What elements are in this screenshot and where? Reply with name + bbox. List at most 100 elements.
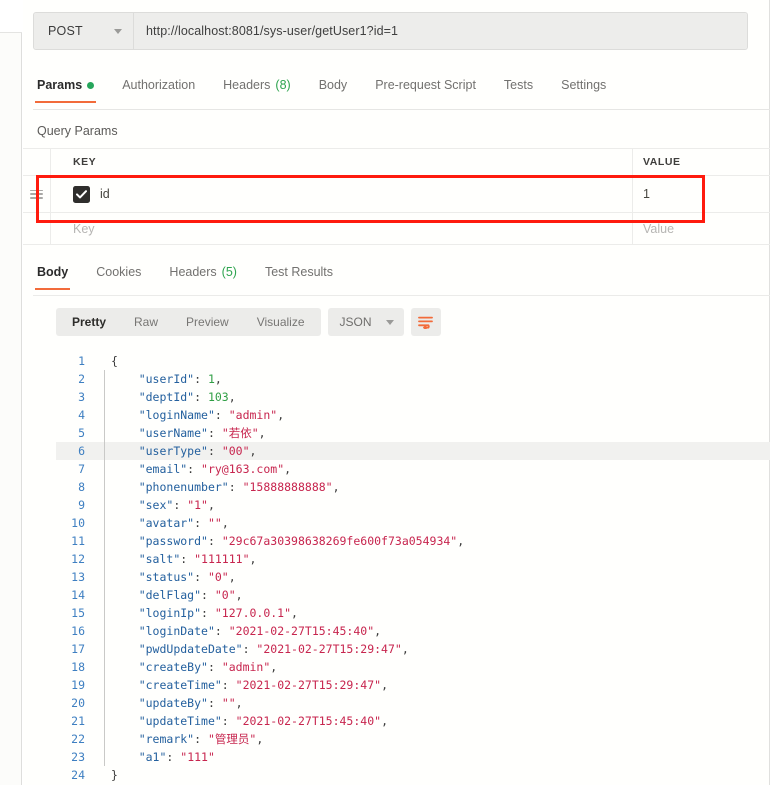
response-tab-bar: Body Cookies Headers (5) Test Results [33,265,770,296]
view-mode-visualize[interactable]: Visualize [243,310,319,334]
code-line-text: "pwdUpdateDate": "2021-02-27T15:29:47", [138,642,409,656]
tab-authorization[interactable]: Authorization [108,78,209,103]
code-line-text: "loginIp": "127.0.0.1", [138,606,298,620]
tab-test-results-label: Test Results [264,265,334,279]
code-line: 11 "password": "29c67a30398638269fe600f7… [56,532,770,550]
code-line-number: 4 [78,408,85,422]
code-line-text: "status": "0", [138,570,236,584]
tab-tests[interactable]: Tests [490,78,547,103]
tab-headers-count: (8) [275,78,291,92]
code-line-text: "deptId": 103, [138,390,236,404]
code-line-number: 24 [71,768,85,782]
code-line-text: "sex": "1", [138,498,215,512]
param-enabled-checkbox[interactable] [73,185,90,203]
view-mode-preview[interactable]: Preview [172,310,243,334]
code-fold-guide [98,550,111,568]
param-key-cell[interactable]: id [51,176,633,212]
code-line: 22 "remark": "管理员", [56,730,770,748]
code-line: 17 "pwdUpdateDate": "2021-02-27T15:29:47… [56,640,770,658]
code-line: 23 "a1": "111" [56,748,770,766]
code-line-number: 10 [71,516,85,530]
drag-handle-icon[interactable] [30,189,43,199]
param-value-cell[interactable]: 1 [633,176,770,212]
view-mode-pretty[interactable]: Pretty [58,310,120,334]
code-line-number: 21 [71,714,85,728]
row-drag-handle[interactable] [23,176,51,212]
tab-response-body-label: Body [37,265,69,279]
code-fold-guide [98,370,111,388]
tab-settings-label: Settings [561,78,607,92]
code-fold-guide [98,640,111,658]
chevron-down-icon [114,28,122,34]
param-key-text: id [100,187,110,201]
tab-authorization-label: Authorization [122,78,196,92]
tab-params[interactable]: Params [33,78,108,103]
tab-response-cookies[interactable]: Cookies [82,265,155,290]
code-line: 18 "createBy": "admin", [56,658,770,676]
code-line-number: 1 [78,354,85,368]
column-header-key: KEY [51,149,633,175]
new-param-key-input[interactable]: Key [51,213,633,244]
tab-response-headers-label: Headers [169,265,217,279]
code-line-text: "phonenumber": "15888888888", [138,480,340,494]
tab-params-label: Params [37,78,83,92]
code-line-text: "loginDate": "2021-02-27T15:45:40", [138,624,382,638]
code-line: 10 "avatar": "", [56,514,770,532]
tab-headers[interactable]: Headers (8) [209,78,305,103]
http-method-label: POST [48,24,83,38]
table-header-row: KEY VALUE [23,148,770,179]
code-line: 24} [56,766,770,784]
code-fold-guide [98,748,111,766]
code-line: 1{ [56,352,770,370]
code-fold-guide [98,712,111,730]
code-line-number: 16 [71,624,85,638]
response-body-code[interactable]: 1{2 "userId": 1, 3 "deptId": 103, 4 "login… [56,352,770,784]
response-view-mode-group: Pretty Raw Preview Visualize [56,308,321,336]
code-line: 20 "updateBy": "", [56,694,770,712]
code-line: 21 "updateTime": "2021-02-27T15:45:40", [56,712,770,730]
code-line-text: "remark": "管理员", [138,732,264,746]
code-line-number: 23 [71,750,85,764]
code-line-text: "salt": "111111", [138,552,257,566]
code-line: 8 "phonenumber": "15888888888", [56,478,770,496]
tab-test-results[interactable]: Test Results [251,265,347,290]
text-wrap-icon [418,316,433,329]
code-line-text: { [111,354,118,368]
view-mode-raw[interactable]: Raw [120,310,172,334]
request-url-text: http://localhost:8081/sys-user/getUser1?… [146,24,399,38]
code-line-number: 6 [78,444,85,458]
new-param-value-input[interactable]: Value [633,213,770,244]
code-fold-guide [98,568,111,586]
postman-window: POST http://localhost:8081/sys-user/getU… [0,0,777,785]
code-line-text: "updateTime": "2021-02-27T15:45:40", [138,714,388,728]
code-line: 7 "email": "ry@163.com", [56,460,770,478]
request-url-input[interactable]: http://localhost:8081/sys-user/getUser1?… [134,13,747,49]
code-line-text: } [111,768,118,782]
code-line-number: 20 [71,696,85,710]
table-row-empty[interactable]: Key Value [23,213,770,245]
checkmark-icon [76,189,87,198]
param-value-text: 1 [643,187,650,201]
tab-body[interactable]: Body [305,78,362,103]
code-line-number: 11 [71,534,85,548]
main-pane: POST http://localhost:8081/sys-user/getU… [23,0,770,785]
tab-settings[interactable]: Settings [547,78,620,103]
table-row[interactable]: id 1 [23,176,770,213]
response-format-select[interactable]: JSON [327,308,404,336]
chevron-down-icon [385,319,394,325]
code-line: 15 "loginIp": "127.0.0.1", [56,604,770,622]
tab-response-body[interactable]: Body [33,265,82,290]
code-line: 4 "loginName": "admin", [56,406,770,424]
code-fold-guide [98,388,111,406]
code-line: 9 "sex": "1", [56,496,770,514]
code-fold-guide [98,424,111,442]
code-line-number: 13 [71,570,85,584]
tab-pre-request-script[interactable]: Pre-request Script [361,78,490,103]
tab-response-headers[interactable]: Headers (5) [155,265,251,290]
wrap-lines-button[interactable] [410,308,441,336]
code-line-text: "avatar": "", [138,516,229,530]
code-line-number: 5 [78,426,85,440]
http-method-select[interactable]: POST [34,13,134,49]
code-line-number: 8 [78,480,85,494]
code-line-number: 9 [78,498,85,512]
